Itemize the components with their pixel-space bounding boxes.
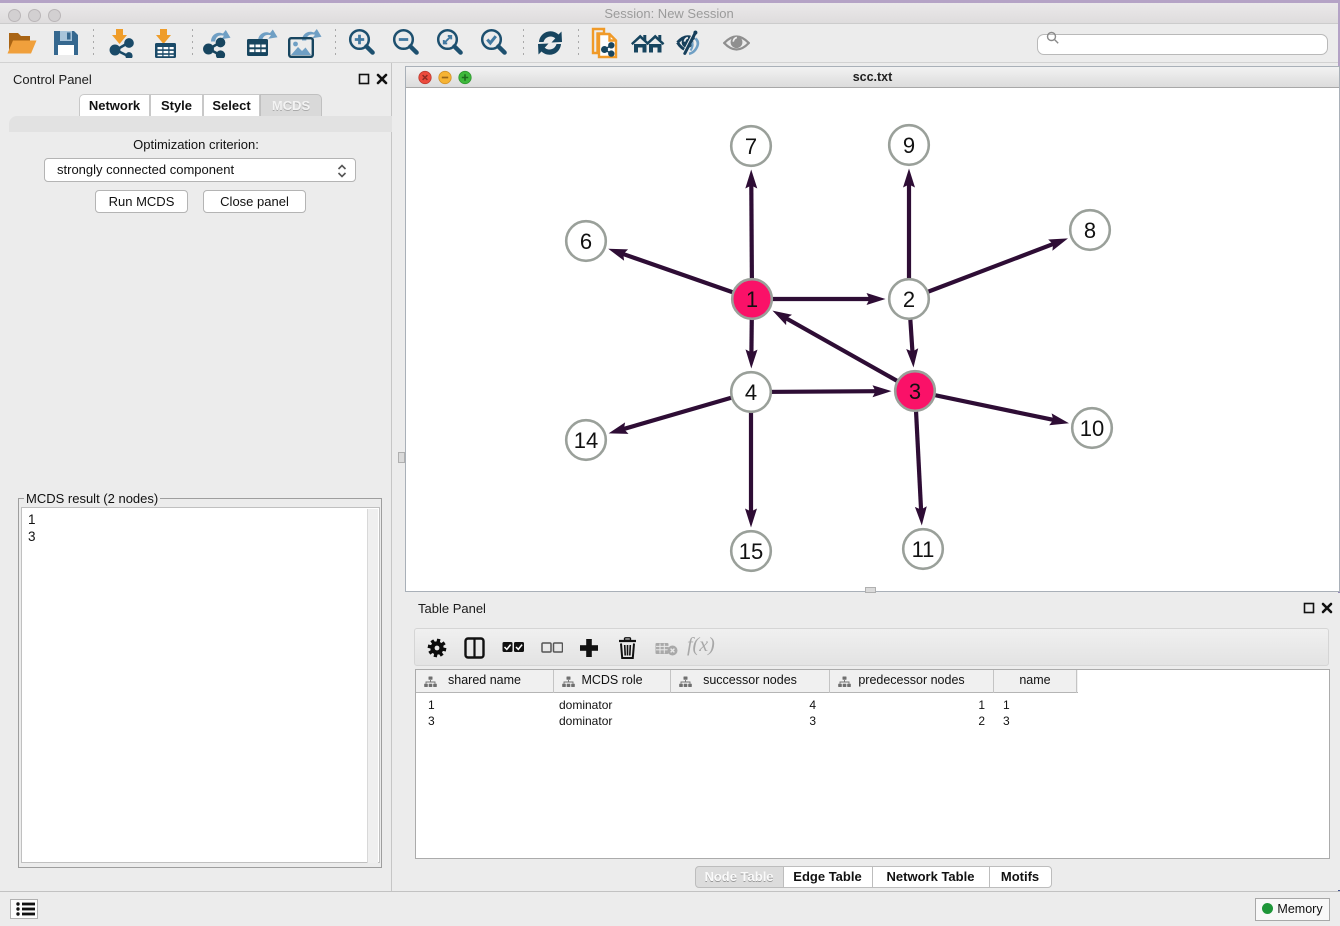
svg-text:10: 10 [1080,416,1104,441]
svg-text:15: 15 [739,539,763,564]
svg-text:7: 7 [745,134,757,159]
svg-text:1: 1 [746,287,758,312]
svg-text:9: 9 [903,133,915,158]
svg-text:8: 8 [1084,218,1096,243]
svg-text:14: 14 [574,428,598,453]
svg-text:2: 2 [903,287,915,312]
svg-text:11: 11 [912,537,935,562]
svg-text:4: 4 [745,380,757,405]
svg-text:3: 3 [909,379,921,404]
svg-text:6: 6 [580,229,592,254]
